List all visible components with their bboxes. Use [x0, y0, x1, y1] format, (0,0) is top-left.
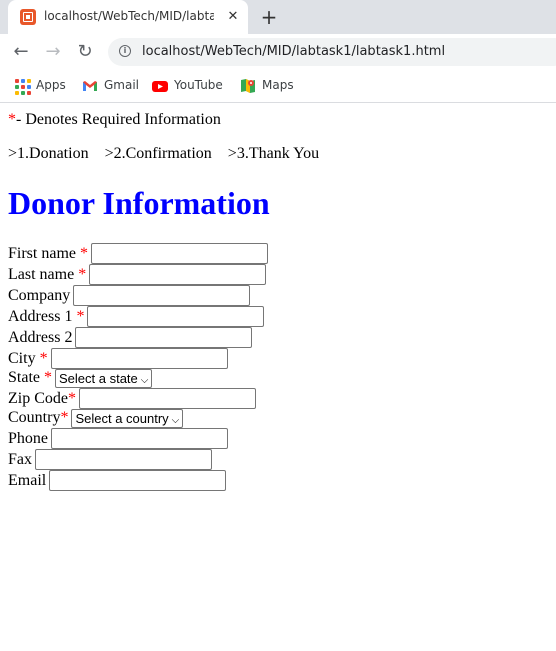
email-row: Email: [8, 470, 227, 491]
city-label: City *: [8, 349, 48, 367]
forward-arrow-icon[interactable]: →: [42, 41, 64, 63]
country-label: Country*: [8, 409, 69, 426]
last-name-row: Last name *: [8, 264, 267, 285]
browser-tab[interactable]: localhost/WebTech/MID/labtask1/labtask1.…: [8, 0, 248, 34]
apps-grid-icon: [14, 78, 32, 96]
phone-input[interactable]: [51, 428, 228, 449]
chevron-down-icon: ⌵: [140, 374, 149, 386]
city-row: City *: [8, 348, 228, 369]
address2-label: Address 2: [8, 328, 73, 346]
address2-row: Address 2: [8, 327, 253, 348]
email-label: Email: [8, 471, 47, 489]
bookmark-maps[interactable]: Maps: [240, 77, 300, 95]
url-text[interactable]: localhost/WebTech/MID/labtask1/labtask1.…: [142, 44, 445, 59]
address1-label: Address 1 *: [8, 307, 85, 325]
address-bar[interactable]: i localhost/WebTech/MID/labtask1/labtask…: [108, 38, 556, 66]
required-note: *- Denotes Required Information: [8, 111, 221, 129]
first-name-label: First name *: [8, 244, 88, 262]
city-input[interactable]: [50, 348, 228, 369]
phone-row: Phone: [8, 428, 228, 449]
bookmark-label: Maps: [262, 78, 294, 92]
tab-title: localhost/WebTech/MID/labtask1/labtask1.…: [44, 9, 214, 23]
close-tab-icon[interactable]: ✕: [224, 8, 242, 26]
info-icon[interactable]: i: [119, 45, 131, 57]
address1-input[interactable]: [87, 306, 265, 327]
company-input[interactable]: [73, 285, 251, 306]
required-asterisk: *: [8, 111, 16, 128]
zip-input[interactable]: [79, 388, 256, 409]
address2-input[interactable]: [75, 327, 253, 348]
first-name-input[interactable]: [91, 243, 268, 264]
country-select[interactable]: Select a country ⌵: [71, 408, 184, 428]
bookmark-apps[interactable]: Apps: [14, 77, 74, 95]
state-label: State *: [8, 369, 52, 386]
phone-label: Phone: [8, 429, 48, 447]
back-arrow-icon[interactable]: ←: [10, 41, 32, 63]
required-note-text: - Denotes Required Information: [16, 111, 221, 128]
fax-row: Fax: [8, 449, 212, 470]
first-name-row: First name *: [8, 243, 268, 264]
zip-label: Zip Code*: [8, 389, 76, 407]
bookmark-label: YouTube: [174, 78, 223, 92]
fax-input[interactable]: [35, 449, 212, 470]
gmail-icon: [83, 81, 97, 91]
email-input[interactable]: [49, 470, 227, 491]
state-row: State * Select a state ⌵: [8, 368, 153, 388]
page-title: Donor Information: [8, 185, 270, 221]
bookmark-label: Apps: [36, 78, 66, 92]
bookmark-gmail[interactable]: Gmail: [82, 77, 142, 95]
chevron-down-icon: ⌵: [171, 414, 180, 426]
bookmark-youtube[interactable]: YouTube: [152, 77, 228, 95]
maps-icon: [241, 79, 255, 93]
country-row: Country* Select a country ⌵: [8, 408, 184, 428]
xampp-favicon-icon: [20, 9, 36, 25]
state-select[interactable]: Select a state ⌵: [55, 368, 153, 388]
youtube-icon: [152, 81, 168, 92]
address1-row: Address 1 *: [8, 306, 265, 327]
tab-strip: localhost/WebTech/MID/labtask1/labtask1.…: [0, 0, 556, 34]
new-tab-button[interactable]: +: [258, 6, 280, 28]
bookmarks-bar: Apps Gmail YouTube Maps: [0, 70, 556, 103]
company-row: Company: [8, 285, 251, 306]
zip-row: Zip Code*: [8, 388, 256, 409]
last-name-label: Last name *: [8, 265, 87, 283]
last-name-input[interactable]: [89, 264, 267, 285]
fax-label: Fax: [8, 450, 32, 468]
company-label: Company: [8, 286, 71, 304]
reload-icon[interactable]: ↻: [74, 41, 96, 63]
steps-breadcrumb: >1.Donation >2.Confirmation >3.Thank You: [8, 145, 320, 162]
bookmark-label: Gmail: [104, 78, 140, 92]
browser-toolbar: ← → ↻ i localhost/WebTech/MID/labtask1/l…: [0, 34, 556, 70]
